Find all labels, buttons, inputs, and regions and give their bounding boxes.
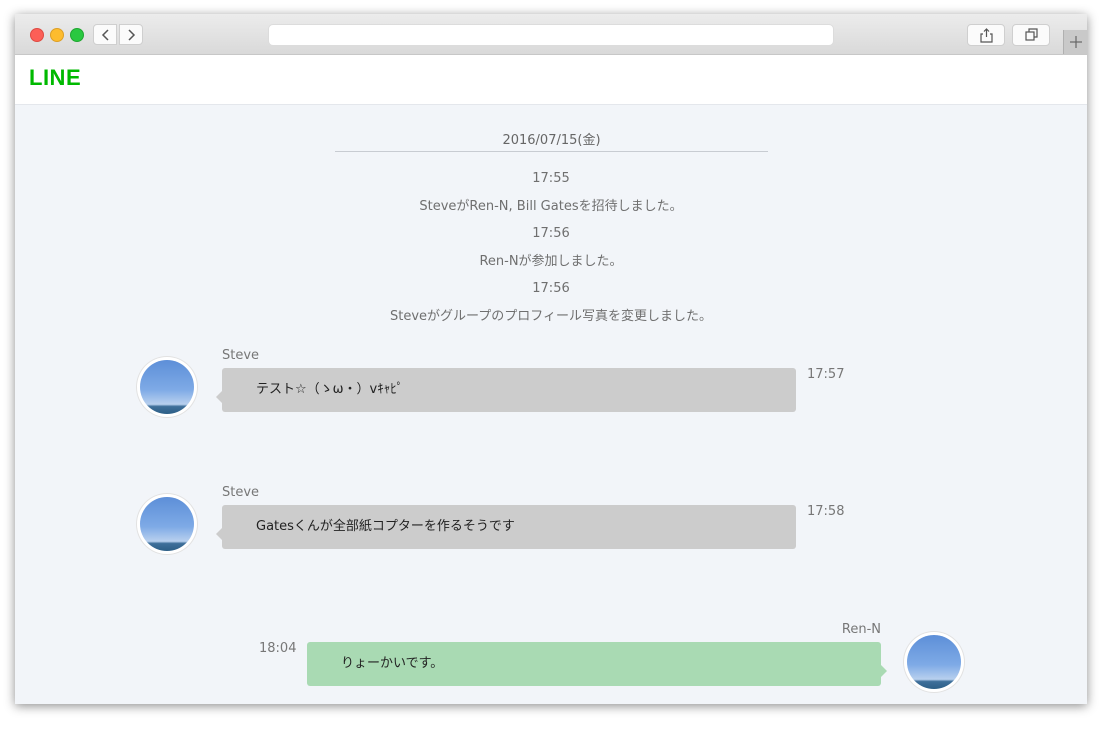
- bubble-tail: [216, 528, 222, 540]
- message-time: 17:57: [807, 367, 845, 382]
- avatar-image: [140, 497, 194, 551]
- avatar-steve[interactable]: [137, 494, 197, 554]
- message-time: 17:58: [807, 504, 845, 519]
- back-button[interactable]: [93, 24, 117, 45]
- system-message: Steveがグループのプロフィール写真を変更しました。: [390, 309, 712, 324]
- system-message-time: 17:56: [532, 226, 570, 241]
- share-icon: [980, 28, 993, 43]
- bubble-tail: [881, 665, 887, 677]
- address-bar[interactable]: [268, 24, 834, 46]
- forward-button[interactable]: [119, 24, 143, 45]
- chevron-right-icon: [128, 29, 136, 41]
- message-time: 18:04: [259, 641, 297, 656]
- chevron-left-icon: [101, 29, 109, 41]
- close-window-button[interactable]: [30, 28, 44, 42]
- show-tabs-button[interactable]: [1012, 24, 1050, 46]
- date-divider: 2016/07/15(金): [335, 129, 768, 152]
- system-message: Ren-Nが参加しました。: [479, 254, 623, 269]
- system-message: SteveがRen-N, Bill Gatesを招待しました。: [419, 199, 683, 214]
- message-bubble[interactable]: Gatesくんが全部紙コプターを作るそうです: [216, 505, 796, 549]
- avatar-image: [140, 360, 194, 414]
- chat-area: 2016/07/15(金) 17:55 SteveがRen-N, Bill Ga…: [15, 105, 1087, 704]
- sender-name: Steve: [222, 348, 260, 363]
- new-tab-button[interactable]: [1063, 30, 1087, 54]
- system-message-time: 17:56: [532, 281, 570, 296]
- message-bubble[interactable]: りょーかいです。: [307, 642, 887, 686]
- share-button[interactable]: [967, 24, 1005, 46]
- message-text: Gatesくんが全部紙コプターを作るそうです: [256, 519, 515, 534]
- avatar-steve[interactable]: [137, 357, 197, 417]
- sender-name: Ren-N: [841, 622, 881, 637]
- message-text: テスト☆（ゝω・）vｷｬﾋﾟ: [256, 382, 404, 397]
- zoom-window-button[interactable]: [70, 28, 84, 42]
- browser-window: LINE 2016/07/15(金) 17:55 SteveがRen-N, Bi…: [15, 14, 1087, 704]
- system-message-time: 17:55: [532, 171, 570, 186]
- line-logo: LINE: [29, 65, 82, 90]
- minimize-window-button[interactable]: [50, 28, 64, 42]
- app-header: LINE: [15, 55, 1087, 105]
- tabs-icon: [1025, 28, 1038, 41]
- sender-name: Steve: [222, 485, 260, 500]
- avatar-ren-n[interactable]: [904, 632, 964, 692]
- browser-toolbar: [15, 14, 1087, 55]
- message-text: りょーかいです。: [341, 656, 444, 671]
- bubble-tail: [216, 391, 222, 403]
- message-bubble[interactable]: テスト☆（ゝω・）vｷｬﾋﾟ: [216, 368, 796, 412]
- plus-icon: [1070, 36, 1082, 48]
- avatar-image: [907, 635, 961, 689]
